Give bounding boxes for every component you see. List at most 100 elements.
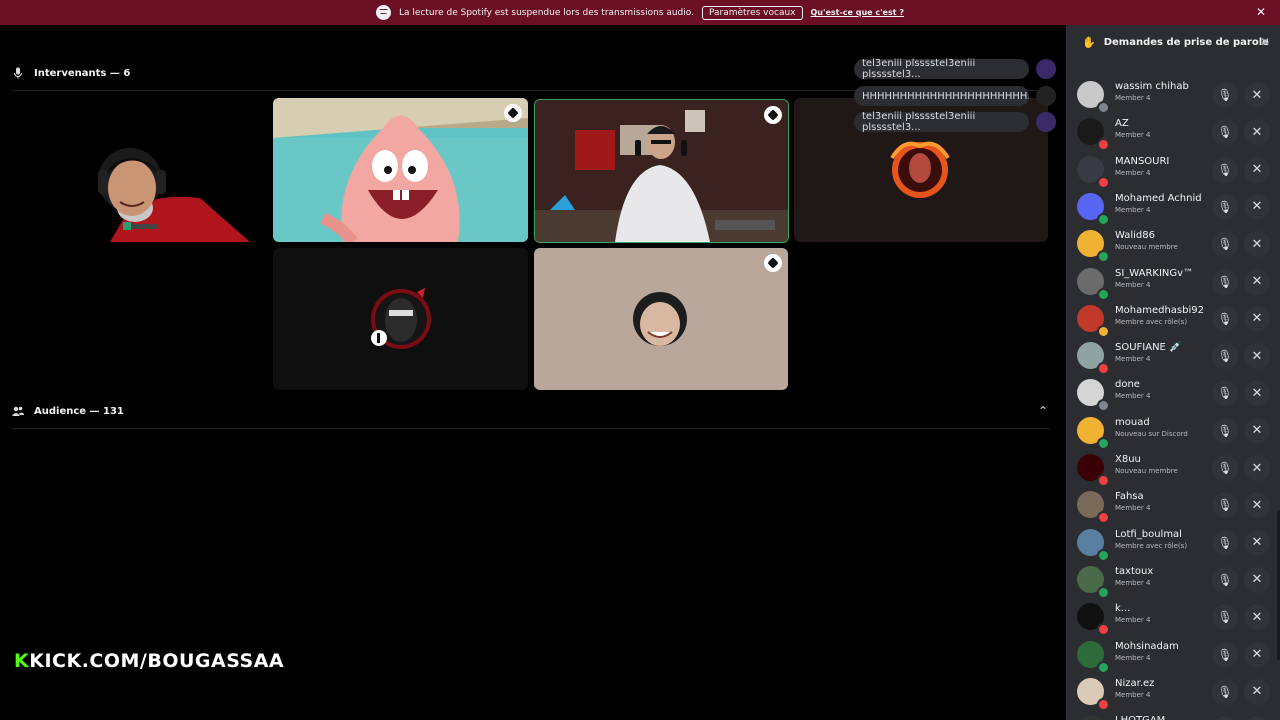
speaker-tile-1[interactable]	[10, 98, 264, 242]
request-row[interactable]: LHOTGAM 🎙 ✕	[1066, 711, 1280, 720]
status-indicator	[1097, 585, 1110, 599]
dismiss-request-icon[interactable]: ✕	[1244, 417, 1270, 444]
chat-avatar	[1036, 112, 1056, 132]
audience-icon	[12, 406, 24, 416]
request-username: Nizar.ez	[1115, 677, 1155, 689]
request-row[interactable]: Mohamedhasbi92 Membre avec rôle(s) 🎙 ✕	[1066, 301, 1280, 338]
invite-to-speak-icon[interactable]: 🎙	[1212, 305, 1238, 332]
request-username: done	[1115, 379, 1140, 391]
speakers-title: Intervenants — 6	[34, 67, 131, 79]
request-row[interactable]: done Member 4 🎙 ✕	[1066, 375, 1280, 413]
status-indicator	[1097, 101, 1110, 114]
invite-to-speak-icon[interactable]: 🎙	[1212, 604, 1238, 631]
moderator-badge-icon	[504, 104, 522, 122]
dismiss-request-icon[interactable]: ✕	[1244, 455, 1270, 481]
audience-title: Audience — 131	[34, 405, 124, 417]
request-role: Member 4	[1115, 392, 1151, 401]
invite-to-speak-icon[interactable]: 🎙	[1212, 529, 1238, 556]
dismiss-request-icon[interactable]: ✕	[1244, 380, 1270, 407]
dismiss-request-icon[interactable]: ✕	[1244, 82, 1270, 108]
invite-to-speak-icon[interactable]: 🎙	[1212, 641, 1238, 668]
request-row[interactable]: Nizar.ez Member 4 🎙 ✕	[1066, 674, 1280, 711]
moderator-badge-icon	[764, 106, 782, 124]
speakers-header: Intervenants — 6	[12, 67, 130, 79]
request-username: Lotfi_boulmal	[1115, 528, 1182, 540]
request-username: k...	[1115, 603, 1131, 615]
status-indicator	[1097, 138, 1110, 152]
invite-to-speak-icon[interactable]: 🎙	[1212, 193, 1238, 220]
invite-to-speak-icon[interactable]: 🎙	[1212, 156, 1238, 183]
spotify-notice-banner: La lecture de Spotify est suspendue lors…	[0, 0, 1280, 25]
dismiss-request-icon[interactable]: ✕	[1244, 678, 1270, 705]
request-username: taxtoux	[1115, 565, 1154, 577]
dismiss-request-icon[interactable]: ✕	[1244, 268, 1270, 295]
chat-avatar	[1036, 59, 1056, 79]
banner-close-icon[interactable]: ✕	[1256, 5, 1266, 19]
request-role: Membre avec rôle(s)	[1115, 541, 1188, 550]
invite-to-speak-icon[interactable]: 🎙	[1212, 119, 1238, 146]
speaker-tile-2[interactable]	[273, 98, 528, 242]
dismiss-request-icon[interactable]: ✕	[1244, 156, 1270, 183]
stream-overlay-text: KKICK.COM/BOUGASSAA	[14, 650, 285, 672]
invite-to-speak-icon[interactable]: 🎙	[1212, 678, 1238, 705]
invite-to-speak-icon[interactable]: 🎙	[1212, 231, 1238, 258]
invite-to-speak-icon[interactable]: 🎙	[1212, 455, 1238, 481]
chat-bubble: HHHHHHHHHHHHHHHHHHHHHH...	[854, 86, 1029, 106]
whats-this-link[interactable]: Qu'est-ce que c'est ?	[811, 8, 905, 17]
request-row[interactable]: X8uu Nouveau membre 🎙 ✕	[1066, 450, 1280, 487]
request-row[interactable]: mouad Nouveau sur Discord 🎙 ✕	[1066, 413, 1280, 450]
request-row[interactable]: taxtoux Member 4 🎙 ✕	[1066, 562, 1280, 599]
status-indicator	[1097, 436, 1110, 450]
request-role: Member 4	[1115, 94, 1151, 102]
panel-close-icon[interactable]: ✕	[1260, 35, 1270, 49]
dismiss-request-icon[interactable]: ✕	[1244, 604, 1270, 631]
invite-to-speak-icon[interactable]: 🎙	[1212, 268, 1238, 295]
banner-message: La lecture de Spotify est suspendue lors…	[398, 7, 694, 18]
dismiss-request-icon[interactable]: ✕	[1244, 119, 1270, 146]
dismiss-request-icon[interactable]: ✕	[1244, 343, 1270, 370]
dismiss-request-icon[interactable]: ✕	[1244, 193, 1270, 220]
dismiss-request-icon[interactable]: ✕	[1244, 305, 1270, 332]
status-indicator	[1097, 212, 1110, 226]
request-role: Member 4	[1115, 616, 1151, 625]
dismiss-request-icon[interactable]: ✕	[1244, 231, 1270, 258]
dismiss-request-icon[interactable]: ✕	[1244, 716, 1270, 720]
speaker-room-video	[535, 100, 788, 242]
invite-to-speak-icon[interactable]: 🎙	[1212, 492, 1238, 519]
request-role: Nouveau membre	[1115, 243, 1178, 252]
request-row[interactable]: AZ Member 4 🎙 ✕	[1066, 114, 1280, 152]
request-row[interactable]: wassim chihab Member 4 🎙 ✕	[1066, 77, 1280, 114]
request-row[interactable]: Fahsa Member 4 🎙 ✕	[1066, 487, 1280, 525]
dismiss-request-icon[interactable]: ✕	[1244, 492, 1270, 519]
status-indicator	[1097, 175, 1110, 189]
invite-to-speak-icon[interactable]: 🎙	[1212, 417, 1238, 444]
request-row[interactable]: SOUFIANE 💉 Member 4 🎙 ✕	[1066, 338, 1280, 376]
speaker-tile-5[interactable]	[273, 248, 528, 390]
status-indicator	[1097, 511, 1110, 525]
request-row[interactable]: Walid86 Nouveau membre 🎙 ✕	[1066, 226, 1280, 264]
request-row[interactable]: Mohsinadam Member 4 🎙 ✕	[1066, 637, 1280, 674]
dismiss-request-icon[interactable]: ✕	[1244, 641, 1270, 668]
voice-settings-button[interactable]: Paramètres vocaux	[701, 5, 803, 20]
request-row[interactable]: Lotfi_boulmal Membre avec rôle(s) 🎙 ✕	[1066, 525, 1280, 562]
request-username: Mohamed Achnid	[1115, 192, 1202, 204]
invite-to-speak-icon[interactable]: 🎙	[1212, 380, 1238, 407]
request-role: Member 4	[1115, 355, 1151, 364]
speaker-avatar-smile	[633, 292, 687, 346]
dismiss-request-icon[interactable]: ✕	[1244, 566, 1270, 593]
dismiss-request-icon[interactable]: ✕	[1244, 529, 1270, 556]
request-row[interactable]: SI_WARKINGv™ Member 4 🎙 ✕	[1066, 264, 1280, 301]
request-row[interactable]: Mohamed Achnid Member 4 🎙 ✕	[1066, 189, 1280, 226]
speaker-tile-3-active[interactable]	[534, 99, 789, 243]
status-indicator	[1097, 250, 1110, 264]
invite-to-speak-icon[interactable]: 🎙	[1212, 343, 1238, 370]
speaker-tile-6[interactable]	[534, 248, 788, 390]
invite-to-speak-icon[interactable]: 🎙	[1212, 566, 1238, 593]
request-username: Mohamedhasbi92	[1115, 304, 1204, 316]
collapse-chevron-icon[interactable]: ⌃	[1038, 404, 1048, 418]
audience-header[interactable]: Audience — 131	[12, 405, 124, 417]
invite-to-speak-icon[interactable]: 🎙	[1212, 82, 1238, 108]
request-row[interactable]: MANSOURI Member 4 🎙 ✕	[1066, 152, 1280, 189]
invite-to-speak-icon[interactable]: 🎙	[1212, 716, 1238, 720]
request-row[interactable]: k... Member 4 🎙 ✕	[1066, 599, 1280, 637]
